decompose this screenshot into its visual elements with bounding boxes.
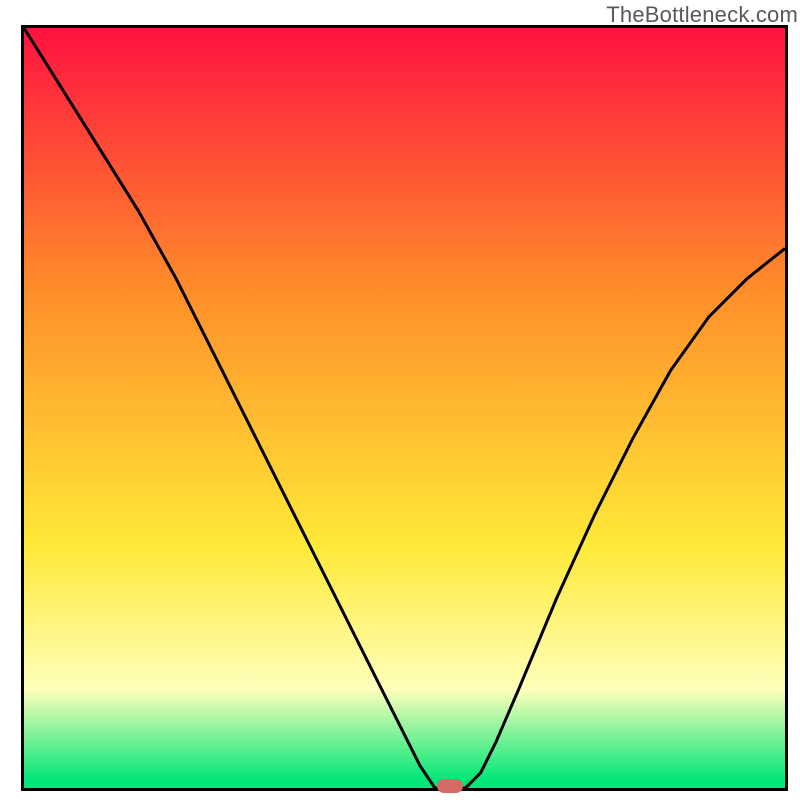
- min-marker: [437, 779, 463, 793]
- chart-container: TheBottleneck.com: [0, 0, 800, 800]
- watermark-label: TheBottleneck.com: [606, 2, 798, 28]
- bottleneck-curve: [24, 28, 785, 788]
